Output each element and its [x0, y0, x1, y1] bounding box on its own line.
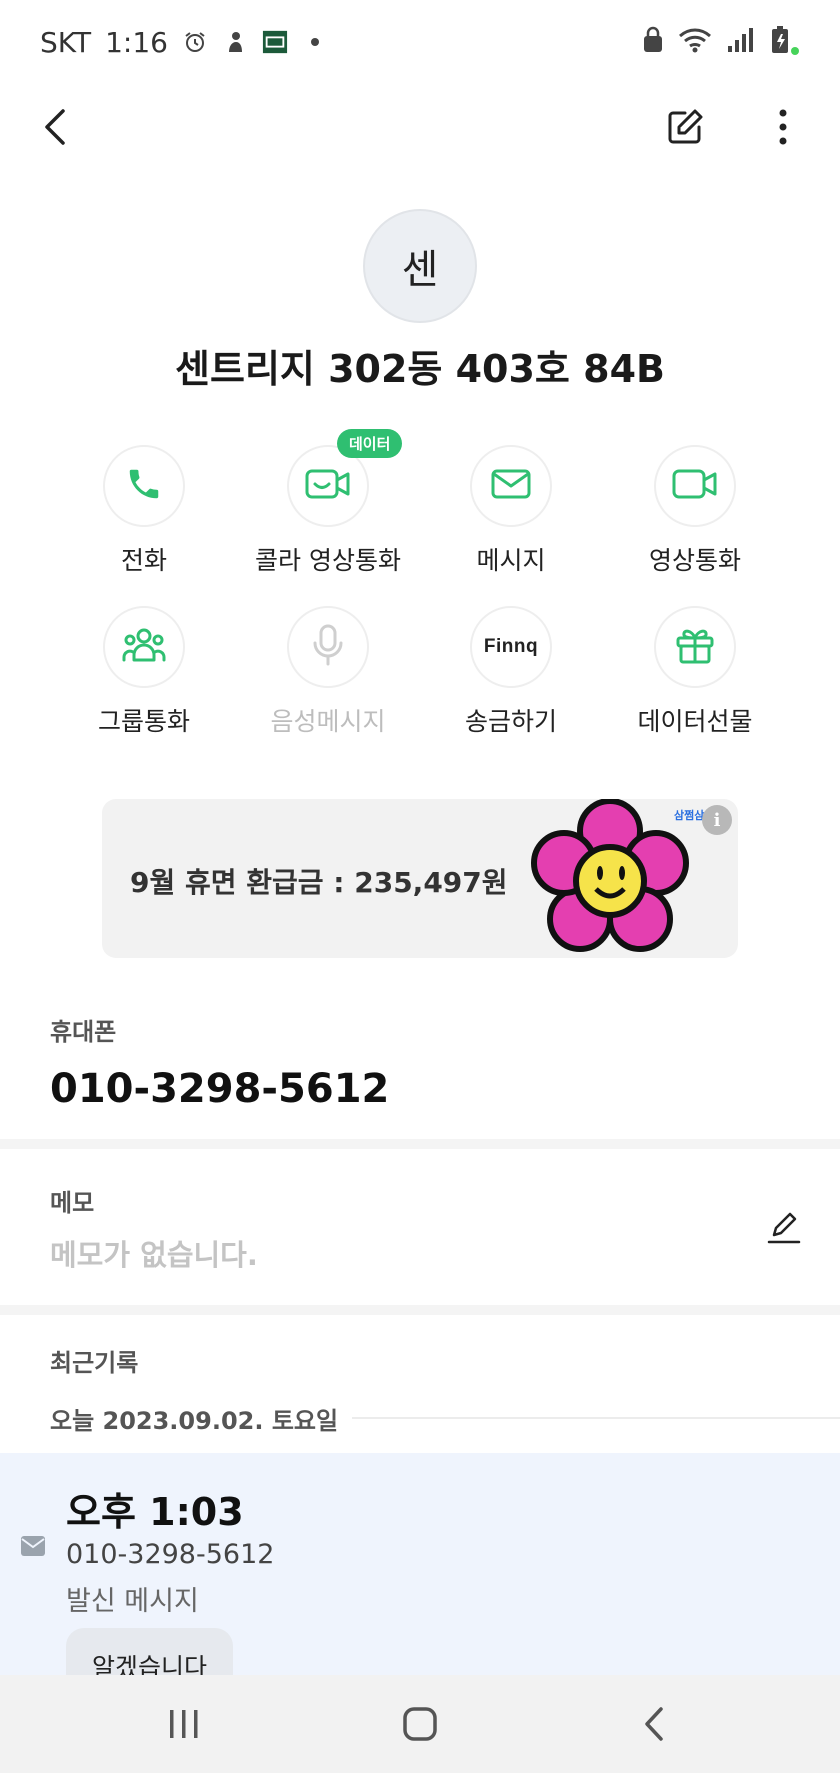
action-group-call[interactable]: 그룹통화: [52, 606, 236, 738]
divider: [0, 1139, 840, 1149]
ad-banner[interactable]: 9월 휴면 환급금 : 235,497원 삼쩜삼 i: [102, 799, 738, 958]
history-type: 발신 메시지: [66, 1586, 199, 1617]
action-message[interactable]: 메시지: [419, 445, 603, 577]
cola-video-button[interactable]: 데이터: [287, 429, 403, 527]
action-label-voice-message: 음성메시지: [270, 707, 386, 736]
mic-icon: [312, 624, 344, 670]
data-gift-button[interactable]: [654, 606, 736, 688]
status-bar: SKT 1:16: [0, 0, 840, 84]
group-icon: [122, 627, 166, 667]
lock-icon: [642, 26, 664, 58]
history-number: 010-3298-5612: [66, 1539, 275, 1570]
alarm-icon: [182, 29, 208, 55]
gift-icon: [675, 626, 715, 668]
signal-icon: [726, 26, 754, 58]
navigation-bar: [0, 1675, 840, 1773]
history-label: 최근기록: [50, 1349, 139, 1377]
status-right: [642, 24, 800, 60]
more-icon[interactable]: [758, 102, 808, 152]
action-data-gift[interactable]: 데이터선물: [603, 606, 787, 738]
finnq-logo: Finnq: [483, 636, 539, 657]
phone-number[interactable]: 010-3298-5612: [50, 1066, 389, 1112]
carrier-label: SKT: [40, 25, 92, 59]
action-label-send-money: 송금하기: [464, 707, 557, 736]
date-divider: [352, 1417, 840, 1419]
action-label-message: 메시지: [476, 546, 546, 575]
phone-label: 휴대폰: [50, 1018, 117, 1046]
avatar-text: 센: [401, 247, 439, 293]
recents-icon[interactable]: [154, 1699, 214, 1749]
divider: [0, 1305, 840, 1315]
video-button[interactable]: [654, 445, 736, 527]
battery-icon: [768, 24, 800, 60]
voice-message-button: [287, 606, 369, 688]
data-badge: 데이터: [337, 429, 403, 458]
back-nav-icon[interactable]: [624, 1699, 684, 1749]
status-left: SKT 1:16: [40, 26, 328, 59]
action-label-data-gift: 데이터선물: [637, 707, 753, 736]
history-date: 오늘 2023.09.02. 토요일: [50, 1406, 339, 1435]
message-type-icon: [20, 1535, 46, 1557]
action-call[interactable]: 전화: [52, 445, 236, 577]
ad-brand: 삼쩜삼: [674, 809, 705, 822]
home-icon[interactable]: [390, 1699, 450, 1749]
contact-name: 센트리지 302동 403호 84B: [175, 347, 665, 391]
notification-icon: [222, 29, 248, 55]
history-time: 오후 1:03: [66, 1490, 244, 1534]
back-icon[interactable]: [30, 102, 80, 152]
video-icon: [672, 468, 718, 504]
message-bubble: 알겠습니다: [66, 1628, 234, 1675]
call-button[interactable]: [103, 445, 185, 527]
dot-icon: [302, 29, 328, 55]
app-bar: [0, 84, 840, 172]
phone-icon: [125, 465, 163, 507]
info-icon[interactable]: i: [702, 805, 732, 835]
action-label-cola-video: 콜라 영상통화: [255, 546, 401, 575]
video-call-icon: [305, 467, 351, 505]
mail-icon: [491, 469, 531, 503]
action-label-video: 영상통화: [648, 546, 741, 575]
group-call-button[interactable]: [103, 606, 185, 688]
action-label-call: 전화: [120, 546, 167, 575]
edit-icon[interactable]: [660, 102, 710, 152]
action-cola-video[interactable]: 데이터 콜라 영상통화: [236, 429, 420, 577]
message-button[interactable]: [470, 445, 552, 527]
send-money-button[interactable]: Finnq: [470, 606, 552, 688]
action-send-money[interactable]: Finnq 송금하기: [419, 606, 603, 738]
ad-text: 9월 휴면 환급금 : 235,497원: [130, 866, 508, 899]
memo-label: 메모: [50, 1189, 95, 1217]
wifi-icon: [678, 26, 712, 58]
avatar: 센: [363, 209, 477, 323]
card-icon: [262, 29, 288, 55]
history-item[interactable]: 오후 1:03 010-3298-5612 발신 메시지 알겠습니다: [0, 1453, 840, 1675]
action-label-group-call: 그룹통화: [97, 707, 190, 736]
memo-placeholder[interactable]: 메모가 없습니다.: [50, 1232, 258, 1274]
action-voice-message: 음성메시지: [236, 606, 420, 738]
memo-edit-icon[interactable]: [762, 1205, 806, 1249]
history-date-row: 오늘 2023.09.02. 토요일: [50, 1401, 840, 1435]
action-video[interactable]: 영상통화: [603, 445, 787, 577]
status-time: 1:16: [105, 25, 168, 59]
